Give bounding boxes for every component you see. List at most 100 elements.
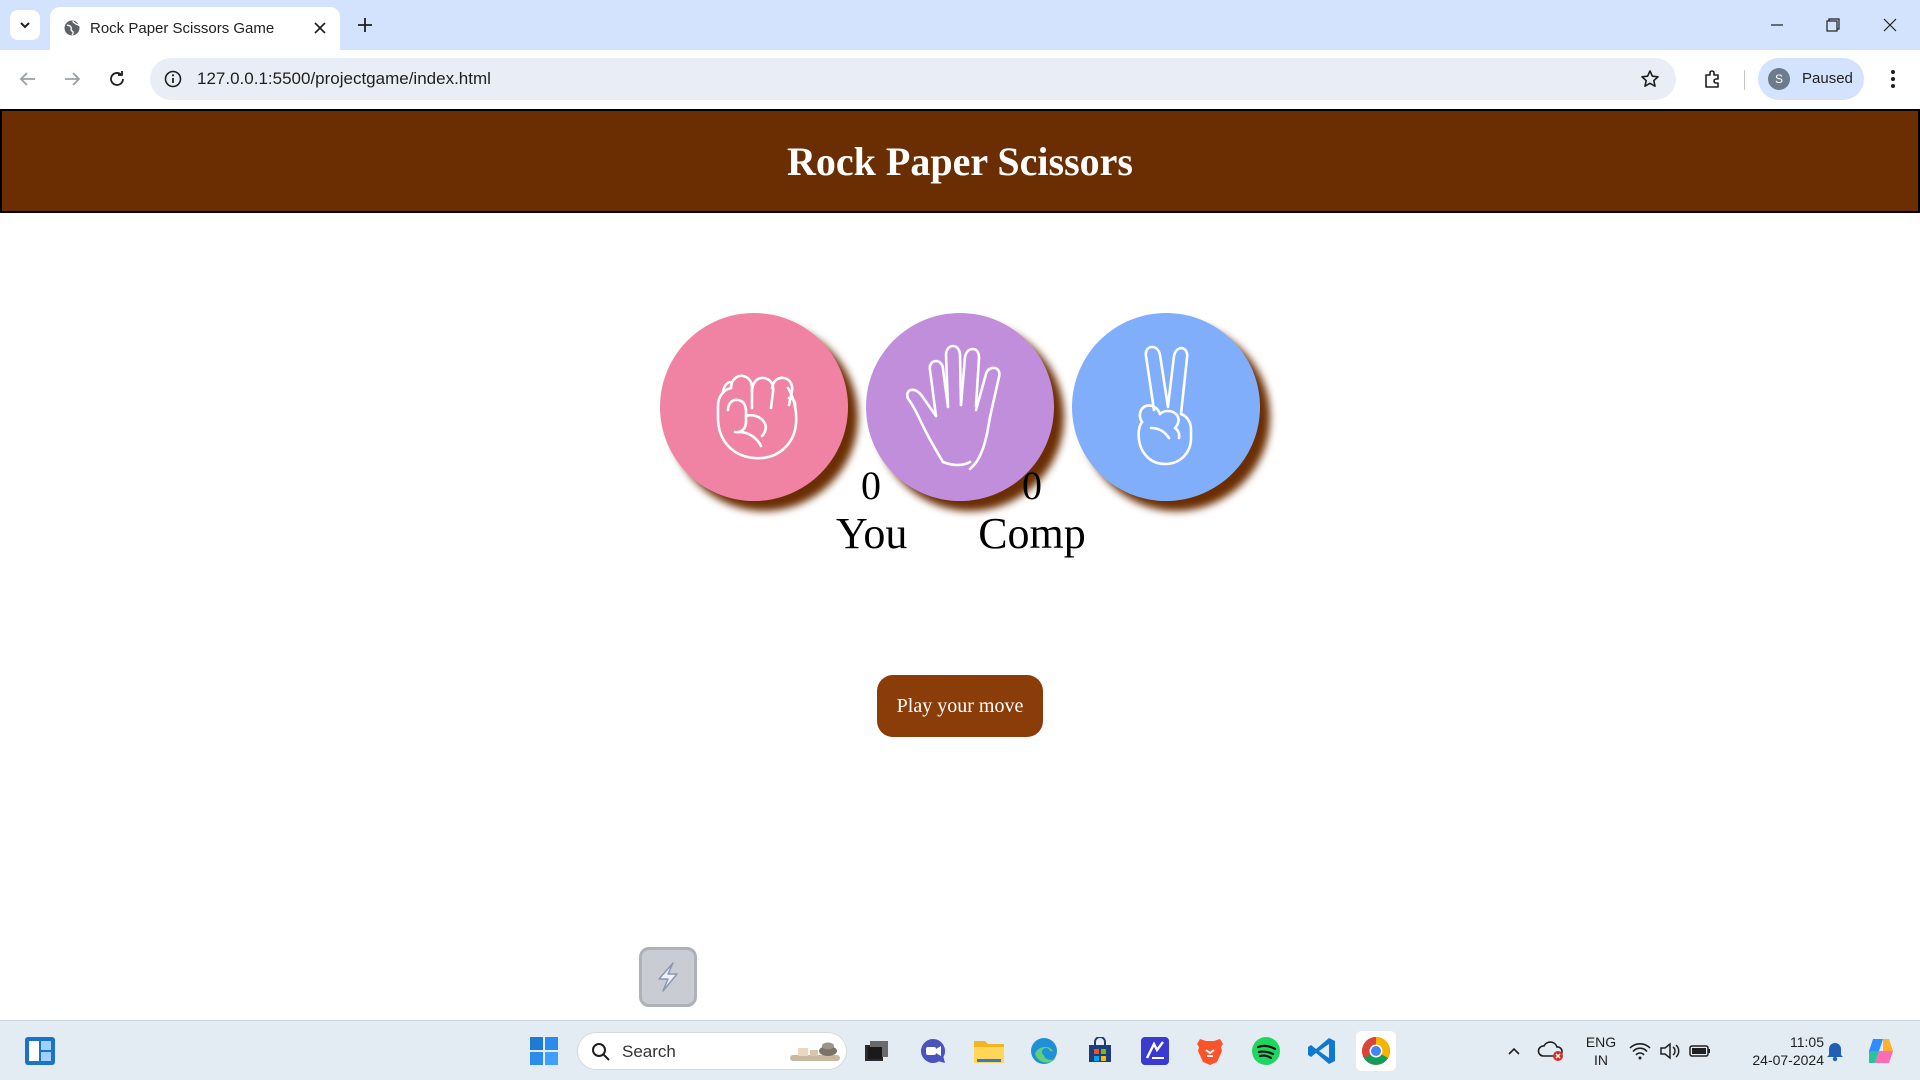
store-icon bbox=[1089, 1037, 1111, 1062]
browser-menu-button[interactable] bbox=[1878, 64, 1908, 94]
clock-time: 11:05 bbox=[1790, 1034, 1824, 1050]
chevron-up-icon bbox=[1508, 1047, 1520, 1055]
page-title: Rock Paper Scissors bbox=[787, 138, 1133, 184]
tab-search-button[interactable] bbox=[10, 10, 40, 40]
profile-button[interactable]: S Paused bbox=[1758, 58, 1864, 100]
restore-icon bbox=[1826, 18, 1840, 32]
vscode-icon bbox=[1308, 1038, 1335, 1064]
quick-settings-button[interactable] bbox=[1628, 1031, 1712, 1071]
play-move-button[interactable]: Play your move bbox=[877, 675, 1043, 737]
edge-button[interactable] bbox=[1024, 1031, 1064, 1071]
avatar: S bbox=[1768, 68, 1790, 90]
taskbar-search[interactable]: Search bbox=[577, 1032, 847, 1070]
widgets-icon bbox=[25, 1037, 55, 1065]
toolbar-divider bbox=[1744, 70, 1745, 90]
info-icon bbox=[164, 70, 182, 88]
reload-icon bbox=[110, 71, 124, 86]
chat-app-button[interactable] bbox=[913, 1031, 953, 1071]
windows-taskbar: Search ENG IN 11:05 24-07-2024 bbox=[0, 1020, 1920, 1080]
site-info-button[interactable] bbox=[162, 68, 184, 90]
lightning-icon bbox=[658, 962, 678, 992]
task-view-button[interactable] bbox=[857, 1031, 897, 1071]
spotify-icon bbox=[1252, 1037, 1280, 1065]
search-icon bbox=[592, 1043, 610, 1061]
minimize-icon bbox=[1771, 24, 1783, 26]
close-icon bbox=[1883, 18, 1897, 32]
chevron-down-icon bbox=[20, 22, 30, 29]
rock-choice[interactable] bbox=[660, 313, 848, 501]
bookmark-button[interactable] bbox=[1638, 67, 1662, 91]
open-hand-icon bbox=[905, 344, 1001, 471]
chrome-button[interactable] bbox=[1356, 1031, 1396, 1071]
comp-score: 0 bbox=[1022, 463, 1042, 508]
user-label: You bbox=[836, 509, 908, 558]
scissors-choice[interactable] bbox=[1072, 313, 1260, 501]
bell-icon bbox=[1827, 1043, 1843, 1062]
brave-lion-icon bbox=[1197, 1039, 1223, 1065]
arrow-right-icon bbox=[65, 72, 81, 86]
more-vert-icon bbox=[1891, 70, 1895, 88]
user-score-block: 0 You bbox=[836, 463, 908, 559]
widgets-button[interactable] bbox=[20, 1031, 60, 1071]
tab-title: Rock Paper Scissors Game bbox=[90, 20, 275, 37]
volume-icon bbox=[1660, 1042, 1680, 1060]
extensions-button[interactable] bbox=[1698, 64, 1728, 94]
clock-date: 24-07-2024 bbox=[1752, 1052, 1824, 1068]
copilot-button[interactable] bbox=[1861, 1031, 1901, 1071]
arrow-left-icon bbox=[19, 72, 35, 86]
comp-label: Comp bbox=[978, 509, 1086, 558]
windows-logo-icon bbox=[530, 1037, 558, 1065]
close-icon bbox=[314, 22, 326, 34]
file-explorer-button[interactable] bbox=[969, 1031, 1009, 1071]
browser-tab[interactable]: Rock Paper Scissors Game bbox=[50, 7, 340, 50]
copilot-icon bbox=[1869, 1039, 1893, 1063]
profile-status: Paused bbox=[1802, 70, 1853, 87]
battery-icon bbox=[1689, 1045, 1710, 1057]
plus-icon bbox=[358, 18, 372, 32]
clock[interactable]: 11:05 24-07-2024 bbox=[1730, 1033, 1824, 1069]
back-button[interactable] bbox=[13, 64, 43, 94]
user-score: 0 bbox=[861, 463, 881, 508]
notifications-button[interactable] bbox=[1815, 1031, 1855, 1071]
brave-button[interactable] bbox=[1190, 1031, 1230, 1071]
language-indicator[interactable]: ENG IN bbox=[1580, 1033, 1622, 1069]
cloud-error-icon bbox=[1537, 1041, 1563, 1061]
url-text[interactable]: 127.0.0.1:5500/projectgame/index.html bbox=[197, 69, 491, 89]
pen-app-button[interactable] bbox=[1135, 1031, 1175, 1071]
pen-app-icon bbox=[1141, 1037, 1169, 1065]
comp-score-block: 0 Comp bbox=[977, 463, 1087, 559]
star-icon bbox=[1641, 70, 1659, 87]
language-code: ENG bbox=[1585, 1034, 1617, 1050]
search-highlight-icon bbox=[790, 1042, 840, 1061]
wifi-icon bbox=[1629, 1043, 1651, 1060]
spotify-button[interactable] bbox=[1246, 1031, 1286, 1071]
edge-icon bbox=[1031, 1038, 1057, 1064]
page-content: Rock Paper Scissors 0 You 0 Comp Play yo… bbox=[0, 108, 1920, 1020]
restore-button[interactable] bbox=[1818, 10, 1848, 40]
start-button[interactable] bbox=[524, 1031, 564, 1071]
new-tab-button[interactable] bbox=[351, 11, 379, 39]
chrome-icon bbox=[1362, 1037, 1390, 1065]
vscode-button[interactable] bbox=[1302, 1031, 1342, 1071]
reload-button[interactable] bbox=[102, 64, 132, 94]
peace-hand-icon bbox=[1137, 345, 1193, 466]
globe-icon bbox=[64, 20, 80, 36]
address-bar[interactable]: 127.0.0.1:5500/projectgame/index.html bbox=[150, 58, 1676, 100]
search-label: Search bbox=[622, 1042, 676, 1061]
onedrive-status-button[interactable] bbox=[1531, 1031, 1571, 1071]
store-button[interactable] bbox=[1080, 1031, 1120, 1071]
browser-tab-strip: Rock Paper Scissors Game bbox=[0, 0, 1920, 50]
tab-close-button[interactable] bbox=[308, 16, 332, 40]
folder-icon bbox=[974, 1041, 1004, 1063]
show-hidden-icons-button[interactable] bbox=[1494, 1031, 1534, 1071]
fist-icon bbox=[716, 374, 798, 460]
game-header: Rock Paper Scissors bbox=[0, 109, 1920, 213]
region-code: IN bbox=[1594, 1052, 1608, 1068]
browser-toolbar: 127.0.0.1:5500/projectgame/index.html S … bbox=[0, 50, 1920, 108]
chat-icon bbox=[921, 1039, 946, 1063]
task-view-icon bbox=[865, 1041, 888, 1061]
forward-button[interactable] bbox=[57, 64, 87, 94]
floating-widget[interactable] bbox=[639, 947, 697, 1007]
minimize-button[interactable] bbox=[1762, 10, 1792, 40]
close-window-button[interactable] bbox=[1875, 10, 1905, 40]
